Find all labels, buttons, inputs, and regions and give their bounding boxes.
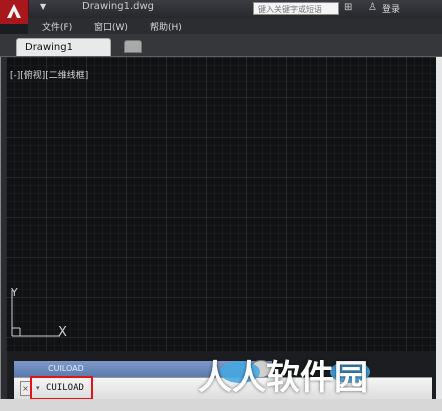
ucs-x-label: X — [58, 325, 67, 340]
tab-drawing1[interactable]: Drawing1 — [16, 38, 111, 56]
binoculars-icon[interactable]: ⊞ — [344, 3, 352, 13]
right-border — [436, 57, 442, 411]
app-window: ▼ Drawing1.dwg 键入关键字或短语 ⊞ ♙ 登录 文件(F) 窗口(… — [0, 0, 442, 411]
menu-help[interactable]: 帮助(H) — [150, 20, 182, 33]
document-title: Drawing1.dwg — [82, 1, 154, 12]
menu-bar: 文件(F) 窗口(W) 帮助(H) — [28, 18, 442, 34]
watermark-text: 人人软件园 — [198, 358, 368, 398]
highlight-annotation-box — [30, 376, 93, 400]
search-input[interactable]: 键入关键字或短语 — [253, 2, 339, 15]
ucs-axes-icon: Y X — [10, 286, 67, 340]
autocad-a-icon — [7, 4, 21, 18]
menu-file[interactable]: 文件(F) — [42, 20, 72, 33]
ucs-y-label: Y — [10, 286, 18, 299]
quick-access-dropdown-icon[interactable]: ▼ — [40, 2, 46, 11]
menu-window[interactable]: 窗口(W) — [94, 20, 128, 33]
new-tab-button[interactable] — [124, 40, 142, 53]
login-button[interactable]: 登录 — [382, 2, 400, 15]
viewport-controls-label[interactable]: [-][俯视][二维线框] — [10, 68, 88, 81]
status-bar — [0, 399, 442, 411]
autocad-logo-button[interactable] — [0, 0, 29, 24]
user-icon[interactable]: ♙ — [368, 3, 377, 13]
